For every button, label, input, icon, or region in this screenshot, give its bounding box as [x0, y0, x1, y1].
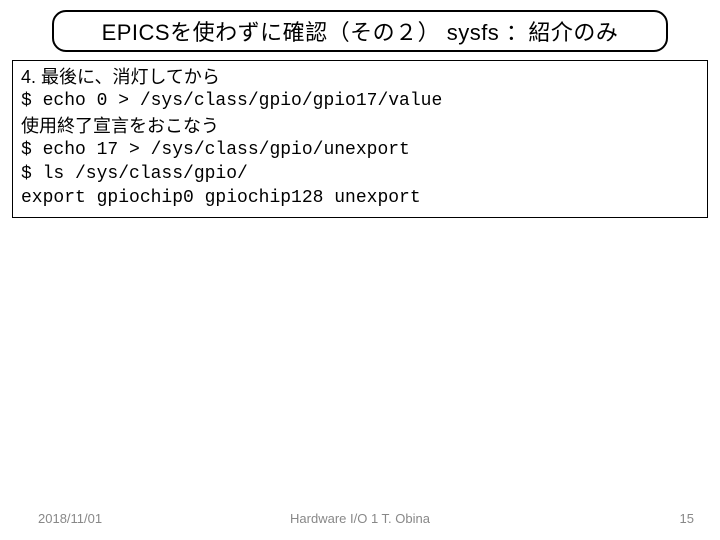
slide-title-box: EPICSを使わずに確認（その２） sysfs ：紹介のみ	[52, 10, 668, 52]
note-line: 使用終了宣言をおこなう	[21, 114, 699, 138]
command-line: $ echo 17 > /sys/class/gpio/unexport	[21, 138, 699, 162]
command-line: $ echo 0 > /sys/class/gpio/gpio17/value	[21, 89, 699, 113]
footer-page-number: 15	[680, 511, 694, 526]
footer: 2018/11/01 Hardware I/O 1 T. Obina 15	[0, 506, 720, 526]
step-label: 4. 最後に、消灯してから	[21, 65, 699, 89]
content-box: 4. 最後に、消灯してから $ echo 0 > /sys/class/gpio…	[12, 60, 708, 218]
slide: EPICSを使わずに確認（その２） sysfs ：紹介のみ 4. 最後に、消灯し…	[0, 0, 720, 540]
output-line: export gpiochip0 gpiochip128 unexport	[21, 186, 699, 210]
footer-center: Hardware I/O 1 T. Obina	[0, 511, 720, 526]
command-line: $ ls /sys/class/gpio/	[21, 162, 699, 186]
slide-title: EPICSを使わずに確認（その２） sysfs ：紹介のみ	[102, 15, 619, 47]
